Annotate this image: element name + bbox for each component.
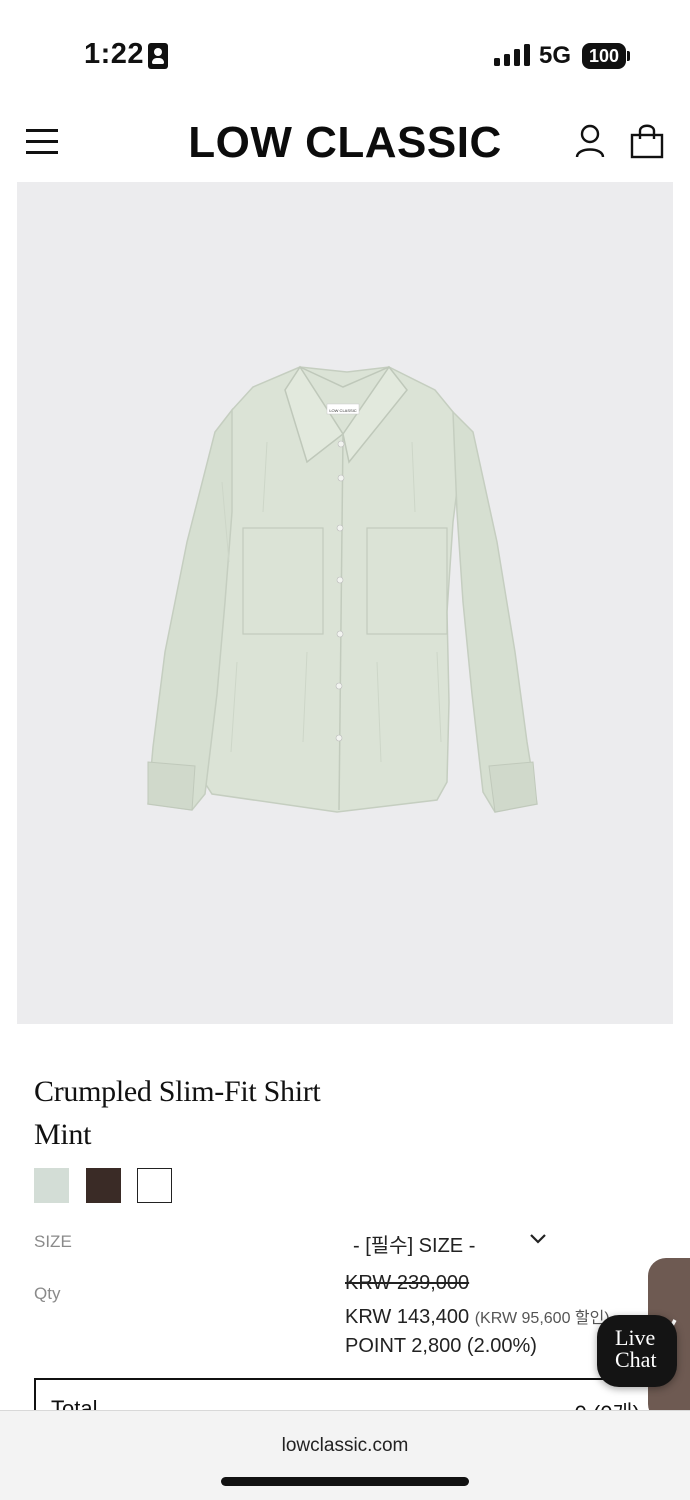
user-icon[interactable] [574,124,606,158]
size-select[interactable]: - [필수] SIZE - [340,1226,560,1258]
chevron-down-icon [530,1234,546,1244]
home-indicator[interactable] [221,1477,469,1486]
url-text: lowclassic.com [281,1435,409,1456]
product-image[interactable]: LOW CLASSIC [17,182,673,1024]
signal-icon [494,44,530,66]
size-select-value: - [필수] SIZE - [353,1235,476,1257]
product-title: Crumpled Slim-Fit Shirt Mint [34,1070,321,1156]
live-chat-label: Live Chat [615,1325,657,1372]
id-card-icon [148,43,168,69]
shirt-illustration: LOW CLASSIC [147,365,538,813]
discount-amount: (KRW 95,600 할인) [474,1310,610,1327]
size-label: SIZE [34,1232,72,1251]
product-color-name: Mint [34,1118,92,1151]
shirt-label-text: LOW CLASSIC [329,408,356,413]
qty-label: Qty [34,1284,61,1303]
shopping-bag-icon[interactable] [630,123,664,159]
battery-icon: 100 [582,43,626,69]
live-chat-button[interactable]: Live Chat [597,1315,677,1387]
browser-url-bar[interactable]: lowclassic.com [0,1410,690,1500]
sale-price-line: KRW 143,400 (KRW 95,600 할인) [345,1304,610,1329]
site-header: LOW CLASSIC [0,110,690,182]
swatch-white[interactable] [137,1168,172,1203]
status-time: 1:22 [84,38,145,70]
status-bar: 1:22 5G 100 [0,0,690,110]
original-price: KRW 239,000 [345,1272,470,1294]
product-name: Crumpled Slim-Fit Shirt [34,1075,321,1108]
battery-tip [627,51,630,61]
reward-points: POINT 2,800 (2.00%) [345,1335,537,1357]
swatch-brown[interactable] [86,1168,121,1203]
sale-price: KRW 143,400 [345,1306,470,1328]
swatch-mint[interactable] [34,1168,69,1203]
network-type: 5G [539,42,572,69]
